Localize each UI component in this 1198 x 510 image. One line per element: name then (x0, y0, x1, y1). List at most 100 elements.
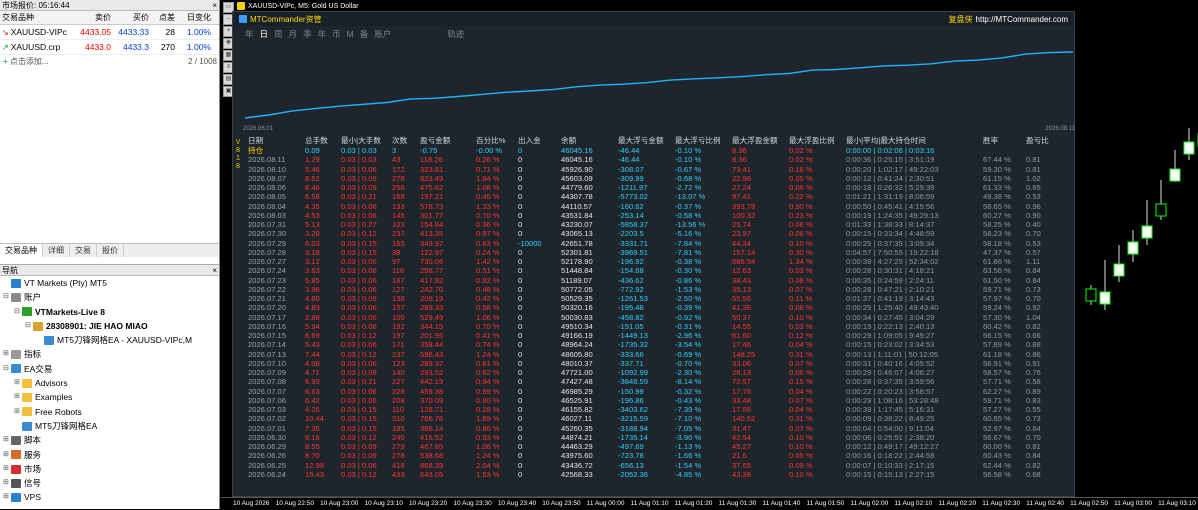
add-symbol-row[interactable]: + 点击添加... 2 / 1008 (0, 55, 219, 69)
col-header[interactable]: 余额 (561, 136, 618, 146)
table-row[interactable]: 2026.06.26 8.70 0.03 | 0.09 278 538.68 1.24 %… (248, 451, 1073, 460)
nav-item[interactable]: MT5刀锋网格EA (0, 419, 219, 433)
expand-icon[interactable]: ⊞ (3, 433, 11, 447)
nav-item[interactable]: ⊞ 市场 (0, 462, 219, 476)
tab-trading[interactable]: 交易 (70, 244, 97, 257)
tab-week[interactable]: 周 (274, 28, 283, 40)
table-row[interactable]: 2026.07.10 4.08 0.03 | 0.06 123 289.37 0.61 %… (248, 359, 1073, 368)
nav-item[interactable]: ⊞ 指标 (0, 347, 219, 361)
table-row[interactable]: 2026.07.03 4.26 0.03 | 0.15 110 128.71 0.28 %… (248, 405, 1073, 414)
close-icon[interactable]: × (212, 265, 219, 275)
table-row[interactable]: 2026.07.30 3.28 0.03 | 0.12 237 413.35 0.97 %… (248, 229, 1073, 238)
nav-item[interactable]: ⊟ EA交易 (0, 362, 219, 376)
tab-details[interactable]: 详细 (43, 244, 70, 257)
tab-annual[interactable]: 年 (318, 28, 327, 40)
nav-item[interactable]: ⊞ 信号 (0, 476, 219, 490)
table-row[interactable]: 2026.07.31 5.13 0.03 | 0.27 103 154.84 0.36 %… (248, 220, 1073, 229)
expand-icon[interactable]: ⊞ (14, 390, 22, 404)
col-bid[interactable]: 卖价 (75, 11, 113, 24)
col-header[interactable]: 出入金 (518, 136, 561, 146)
tab-notes[interactable]: 备 (360, 28, 369, 40)
nav-item[interactable]: ⊞ Examples (0, 390, 219, 404)
nav-item[interactable]: VT Markets (Pty) MT5 (0, 276, 219, 290)
col-header[interactable]: 最大浮盈比例 (789, 136, 846, 146)
nav-item[interactable]: ⊞ 脚本 (0, 433, 219, 447)
table-row[interactable]: 2026.07.20 4.83 0.03 | 0.06 157 289.33 0.58 %… (248, 303, 1073, 312)
table-row[interactable]: 2026.07.21 4.80 0.03 | 0.09 138 209.19 0.42 %… (248, 294, 1073, 303)
table-row[interactable]: 2026.07.24 3.63 0.03 | 0.06 118 258.77 0.51 %… (248, 266, 1073, 275)
table-row[interactable]: 2026.06.25 12.99 0.03 | 0.06 418 868.39 2.04 … (248, 461, 1073, 470)
table-row[interactable]: 2026.06.24 15.43 0.03 | 0.12 433 643.05 1.53 … (248, 470, 1073, 479)
table-row[interactable]: 2026.08.05 6.58 0.03 | 0.21 168 197.21 0.45 %… (248, 192, 1073, 201)
col-change[interactable]: 日变化 (177, 11, 213, 24)
col-header[interactable]: 最小|平均|最大持仓时间 (846, 136, 983, 146)
tab-year[interactable]: 年 (245, 28, 254, 40)
table-row[interactable]: 2026.07.07 6.63 0.03 | 0.06 228 459.38 0.99 %… (248, 387, 1073, 396)
tab-day[interactable]: 日 (260, 28, 269, 40)
table-row[interactable]: 2026.07.28 3.18 0.03 | 0.15 38 122.97 0.24 % 0… (248, 248, 1073, 257)
nav-item[interactable]: ⊞ 服务 (0, 448, 219, 462)
chart-window[interactable]: ▭ ‒ + ✥ ▦ ≡ ▤ ▣ XAUUSD-VIPc, M5: Gold US… (221, 0, 1198, 509)
col-header[interactable]: 最大浮亏金额 (618, 136, 675, 146)
col-header[interactable]: 最大浮亏比例 (675, 136, 732, 146)
table-row[interactable]: 2026.08.07 8.52 0.03 | 0.09 278 823.49 1.84 %… (248, 174, 1073, 183)
col-header[interactable]: 百分比% (476, 136, 518, 146)
col-spread[interactable]: 点差 (151, 11, 177, 24)
tab-account[interactable]: 账户 (374, 28, 391, 40)
expand-icon[interactable]: ⊞ (3, 462, 11, 476)
col-header[interactable]: 胜率 (983, 136, 1026, 146)
col-header[interactable]: 最小|大手数 (341, 136, 392, 146)
collapse-icon[interactable]: ⊟ (3, 362, 11, 376)
tab-currency[interactable]: 币 (332, 28, 341, 40)
table-row[interactable]: 2026.07.29 6.03 0.03 | 0.15 165 349.97 0.83 %… (248, 239, 1073, 248)
table-row[interactable]: 2026.07.09 4.71 0.03 | 0.09 140 293.52 0.62 %… (248, 368, 1073, 377)
table-row[interactable]: 2026.07.08 6.93 0.03 | 0.21 227 442.19 0.94 %… (248, 377, 1073, 386)
col-header[interactable]: 最大浮盈金额 (732, 136, 789, 146)
col-ask[interactable]: 买价 (113, 11, 151, 24)
table-row[interactable]: 2026.07.27 3.12 0.03 | 0.06 97 730.06 1.42 % 0… (248, 257, 1073, 266)
table-row[interactable]: 2026.08.10 5.46 0.03 | 0.06 172 323.81 0.71 %… (248, 165, 1073, 174)
col-header[interactable]: 盈亏比 (1026, 136, 1073, 146)
table-row[interactable]: 2026.07.02 10.44 0.03 | 0.15 310 766.76 1.69 … (248, 414, 1073, 423)
expand-icon[interactable]: ⊞ (3, 476, 11, 490)
table-row[interactable]: 2026.07.22 3.96 0.03 | 0.06 127 242.70 0.48 %… (248, 285, 1073, 294)
table-row[interactable]: 2026.08.03 4.53 0.03 | 0.06 145 301.77 0.70 %… (248, 211, 1073, 220)
tab-m[interactable]: M (347, 29, 354, 39)
expand-icon[interactable]: ⊞ (3, 448, 11, 462)
table-row[interactable]: 2026.07.17 2.88 0.03 | 0.06 100 529.49 1.06 %… (248, 313, 1073, 322)
col-header[interactable]: 盈亏金额 (420, 136, 476, 146)
expand-icon[interactable]: ⊞ (3, 490, 11, 504)
tab-quarter[interactable]: 季 (303, 28, 312, 40)
table-row[interactable]: 2026.08.06 8.46 0.03 | 0.09 256 475.82 1.08 %… (248, 183, 1073, 192)
table-row[interactable]: 2026.07.23 5.85 0.03 | 0.06 187 417.92 0.82 %… (248, 276, 1073, 285)
expand-icon[interactable]: ⊞ (14, 405, 22, 419)
nav-item[interactable]: MT5刀锋网格EA - XAUUSD-VIPc,M (0, 333, 219, 347)
expand-icon[interactable]: ⊞ (14, 376, 22, 390)
tab-symbols[interactable]: 交易品种 (0, 244, 43, 257)
table-row[interactable]: 2026.06.30 8.16 0.03 | 0.12 240 416.52 0.93 %… (248, 433, 1073, 442)
add-symbol-link[interactable]: + 点击添加... (3, 55, 49, 69)
table-row[interactable]: 2026.08.11 1.29 0.03 | 0.03 43 118.26 0.26 % 0… (248, 155, 1073, 164)
expand-icon[interactable]: ⊞ (3, 347, 11, 361)
market-watch-row[interactable]: ↗ XAUUSD.crp 4433.0 4433.3 270 1.00% (0, 40, 219, 55)
col-header[interactable]: 总手数 (305, 136, 341, 146)
table-row[interactable]: 2026.06.29 8.55 0.03 | 0.09 279 467.85 1.06 %… (248, 442, 1073, 451)
collapse-icon[interactable]: ⊟ (3, 290, 11, 304)
table-row[interactable]: 2026.07.15 6.69 0.03 | 0.12 197 201.95 0.41 %… (248, 331, 1073, 340)
nav-item[interactable]: ⊟ 账户 (0, 290, 219, 304)
collapse-icon[interactable]: ⊟ (25, 319, 33, 333)
table-row[interactable]: 2026.07.01 7.35 0.03 | 0.15 185 386.14 0.86 %… (248, 424, 1073, 433)
table-row[interactable]: 2026.07.14 5.43 0.03 | 0.06 171 358.44 0.74 %… (248, 340, 1073, 349)
summary-row[interactable]: 持仓 0.09 0.03 | 0.03 3 -0.75 -0.00 % 0 46045.16 -… (248, 146, 1073, 155)
col-header[interactable]: 次数 (392, 136, 420, 146)
market-watch-row[interactable]: ↘ XAUUSD-VIPc 4433.05 4433.33 28 1.00% (0, 25, 219, 40)
nav-item[interactable]: ⊞ Free Robots (0, 405, 219, 419)
table-row[interactable]: 2026.08.04 4.35 0.03 | 0.06 133 578.73 1.33 %… (248, 202, 1073, 211)
nav-item[interactable]: ⊟ VTMarkets-Live 8 (0, 305, 219, 319)
table-row[interactable]: 2026.07.16 5.94 0.03 | 0.06 192 344.15 0.70 %… (248, 322, 1073, 331)
tab-month[interactable]: 月 (289, 28, 298, 40)
nav-item[interactable]: ⊞ VPS (0, 490, 219, 504)
nav-item[interactable]: ⊞ Advisors (0, 376, 219, 390)
col-symbol[interactable]: 交易品种 (0, 11, 75, 24)
tab-trajectory[interactable]: 轨迹 (447, 28, 464, 40)
